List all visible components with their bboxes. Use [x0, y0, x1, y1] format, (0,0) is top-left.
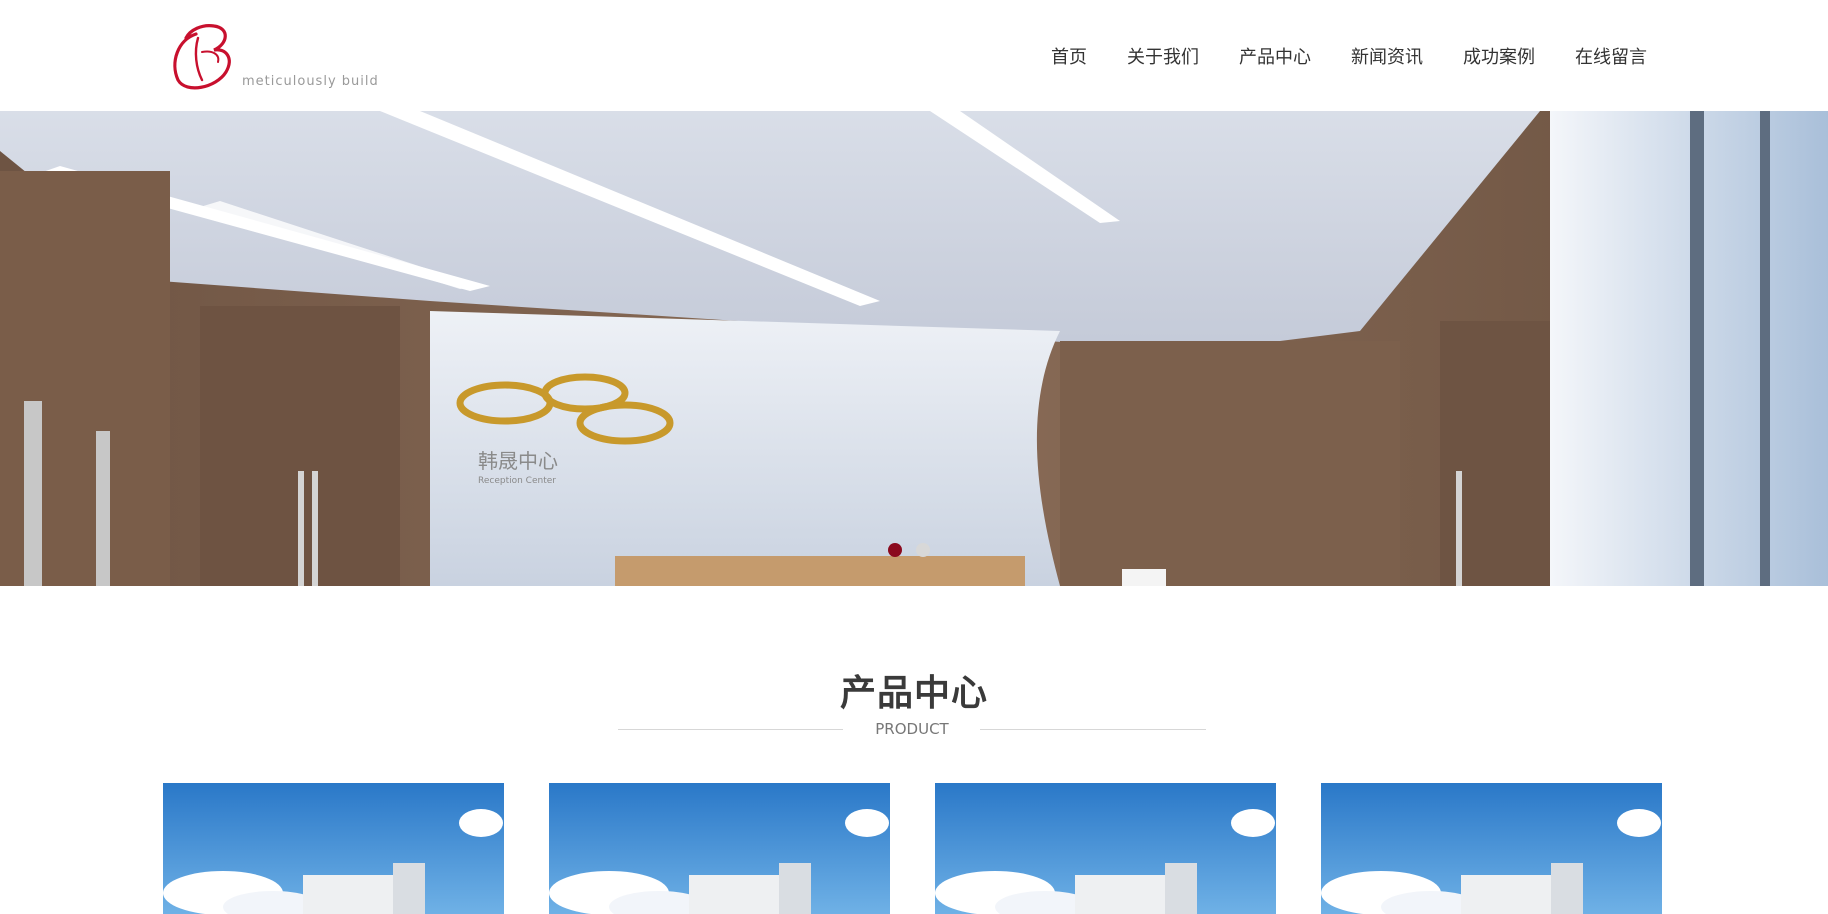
nav-about[interactable]: 关于我们: [1127, 43, 1199, 69]
building-photo: [549, 783, 890, 914]
site-header: meticulously build 首页 关于我们 产品中心 新闻资讯 成功案…: [0, 0, 1828, 111]
building-photo: [163, 783, 504, 914]
product-card[interactable]: [163, 783, 504, 914]
nav-home[interactable]: 首页: [1051, 43, 1087, 69]
nav-message[interactable]: 在线留言: [1575, 43, 1647, 69]
logo-tagline: meticulously build: [242, 74, 379, 89]
building-photo: [1321, 783, 1662, 914]
section-title: 产品中心: [839, 673, 988, 714]
slide-dot-1[interactable]: [888, 543, 902, 557]
banner-pagination: [888, 543, 930, 557]
nav-products[interactable]: 产品中心: [1239, 43, 1311, 69]
slide-dot-2[interactable]: [916, 543, 930, 557]
site-logo[interactable]: meticulously build: [168, 22, 388, 92]
nav-news[interactable]: 新闻资讯: [1351, 43, 1423, 69]
building-photo: [935, 783, 1276, 914]
product-card[interactable]: [549, 783, 890, 914]
section-subtitle-row: PRODUCT: [618, 718, 1206, 742]
hero-banner[interactable]: 韩晟中心 Reception Center: [0, 111, 1828, 586]
banner-sign-text: 韩晟中心: [478, 449, 558, 473]
product-card[interactable]: [935, 783, 1276, 914]
banner-sign-subtext: Reception Center: [478, 476, 556, 486]
divider-line-right: [980, 729, 1206, 730]
main-nav: 首页 关于我们 产品中心 新闻资讯 成功案例 在线留言: [1051, 43, 1647, 69]
logo-mark-icon: [173, 24, 231, 90]
banner-image: 韩晟中心 Reception Center: [0, 111, 1828, 586]
nav-cases[interactable]: 成功案例: [1463, 43, 1535, 69]
product-card[interactable]: [1321, 783, 1662, 914]
product-grid: [163, 783, 1663, 914]
